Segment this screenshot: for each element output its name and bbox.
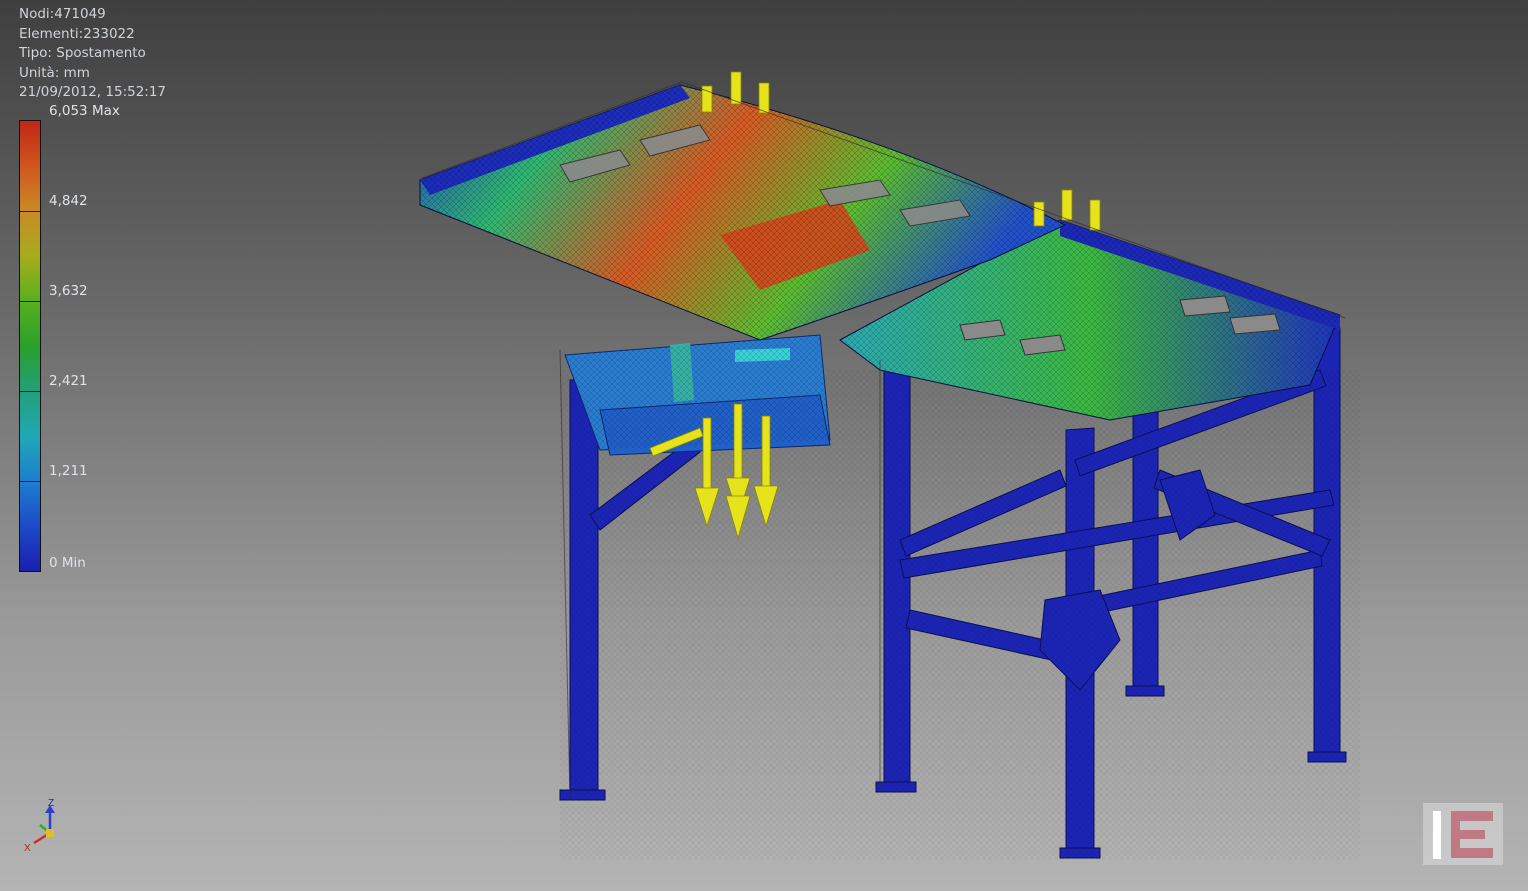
- triad-z-label: Z: [48, 798, 54, 809]
- triad-x-label: X: [24, 843, 31, 854]
- fea-model-viewport[interactable]: [0, 0, 1528, 891]
- watermark-logo: [1423, 803, 1503, 865]
- coordinate-triad[interactable]: Z X: [18, 795, 66, 855]
